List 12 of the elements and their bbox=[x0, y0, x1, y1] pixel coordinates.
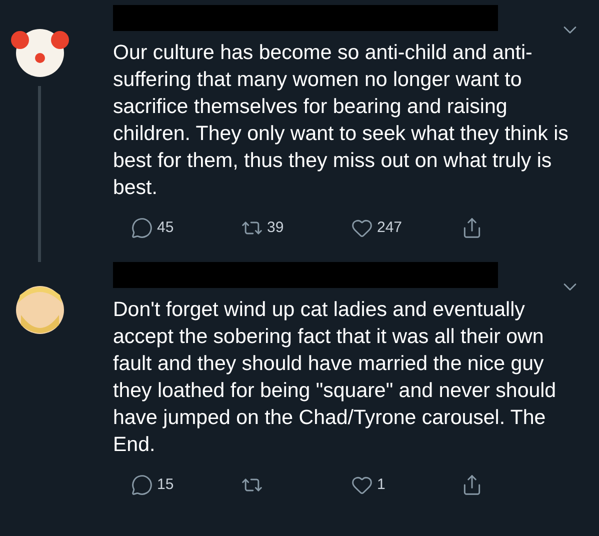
share-icon[interactable] bbox=[461, 217, 483, 240]
reply-icon[interactable] bbox=[131, 217, 153, 240]
action-count: 39 bbox=[267, 218, 284, 238]
action-count: 247 bbox=[377, 218, 402, 238]
reply-icon[interactable] bbox=[131, 474, 153, 496]
tweet-text: Don't forget wind up cat ladies and eventually accept the sobering fact that it was all their own fault and they should have married the nice guy they loathed for being "square" and never should have jumped on the Chad/Tyrone carousel. The End. bbox=[113, 296, 558, 458]
action-count: 15 bbox=[157, 474, 174, 494]
heart-icon[interactable] bbox=[351, 217, 373, 240]
tweet-text: Our culture has become so anti-child and anti-suffering that many women no longer want to sacrifice themselves for bearing and raising children. They only want to seek what they think is best for them, thus they miss out on what truly is best. bbox=[113, 40, 570, 201]
action-count: 45 bbox=[157, 218, 174, 238]
action-count: 1 bbox=[377, 474, 386, 494]
share-icon[interactable] bbox=[461, 474, 483, 496]
